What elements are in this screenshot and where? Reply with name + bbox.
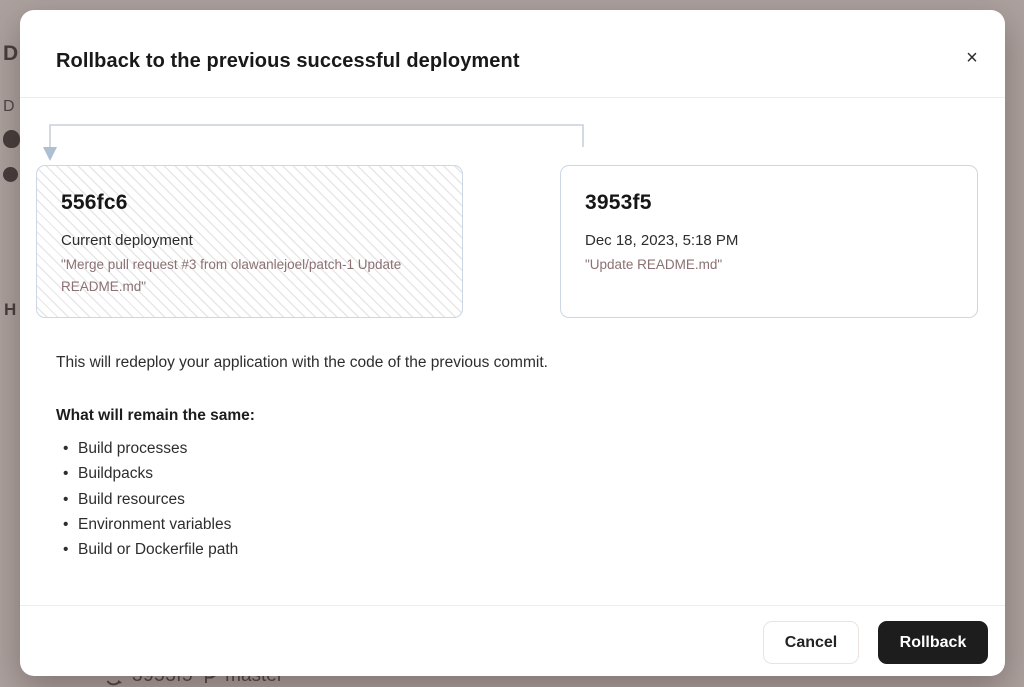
rollback-dialog: Rollback to the previous successful depl… (20, 10, 1005, 676)
list-item: Buildpacks (56, 461, 238, 486)
list-item: Environment variables (56, 512, 238, 537)
list-item: Build or Dockerfile path (56, 537, 238, 562)
deployment-date: Dec 18, 2023, 5:18 PM (585, 232, 953, 249)
list-item: Build resources (56, 487, 238, 512)
remain-heading: What will remain the same: (56, 407, 255, 425)
deployment-label: Current deployment (61, 232, 438, 249)
github-icon (3, 130, 20, 148)
background-text-fragment: H (4, 300, 16, 320)
list-item: Build processes (56, 436, 238, 461)
cancel-button[interactable]: Cancel (763, 621, 859, 664)
background-text-fragment: D (3, 42, 18, 66)
close-icon[interactable]: × (957, 43, 987, 73)
current-deployment-card: 556fc6 Current deployment "Merge pull re… (36, 165, 463, 318)
commit-hash: 556fc6 (61, 191, 438, 215)
rollback-arrow (20, 115, 1005, 173)
commit-hash: 3953f5 (585, 191, 953, 215)
dialog-title: Rollback to the previous successful depl… (56, 50, 520, 73)
background-text-fragment: D (3, 98, 15, 116)
footer-divider (20, 605, 1005, 606)
rollback-button[interactable]: Rollback (878, 621, 988, 664)
status-dot-icon (3, 167, 18, 182)
remain-list: Build processes Buildpacks Build resourc… (56, 436, 238, 562)
previous-deployment-card: 3953f5 Dec 18, 2023, 5:18 PM "Update REA… (560, 165, 978, 318)
commit-message: "Merge pull request #3 from olawanlejoel… (61, 254, 438, 297)
rollback-description: This will redeploy your application with… (56, 354, 548, 372)
commit-message: "Update README.md" (585, 254, 953, 276)
header-divider (20, 97, 1005, 98)
